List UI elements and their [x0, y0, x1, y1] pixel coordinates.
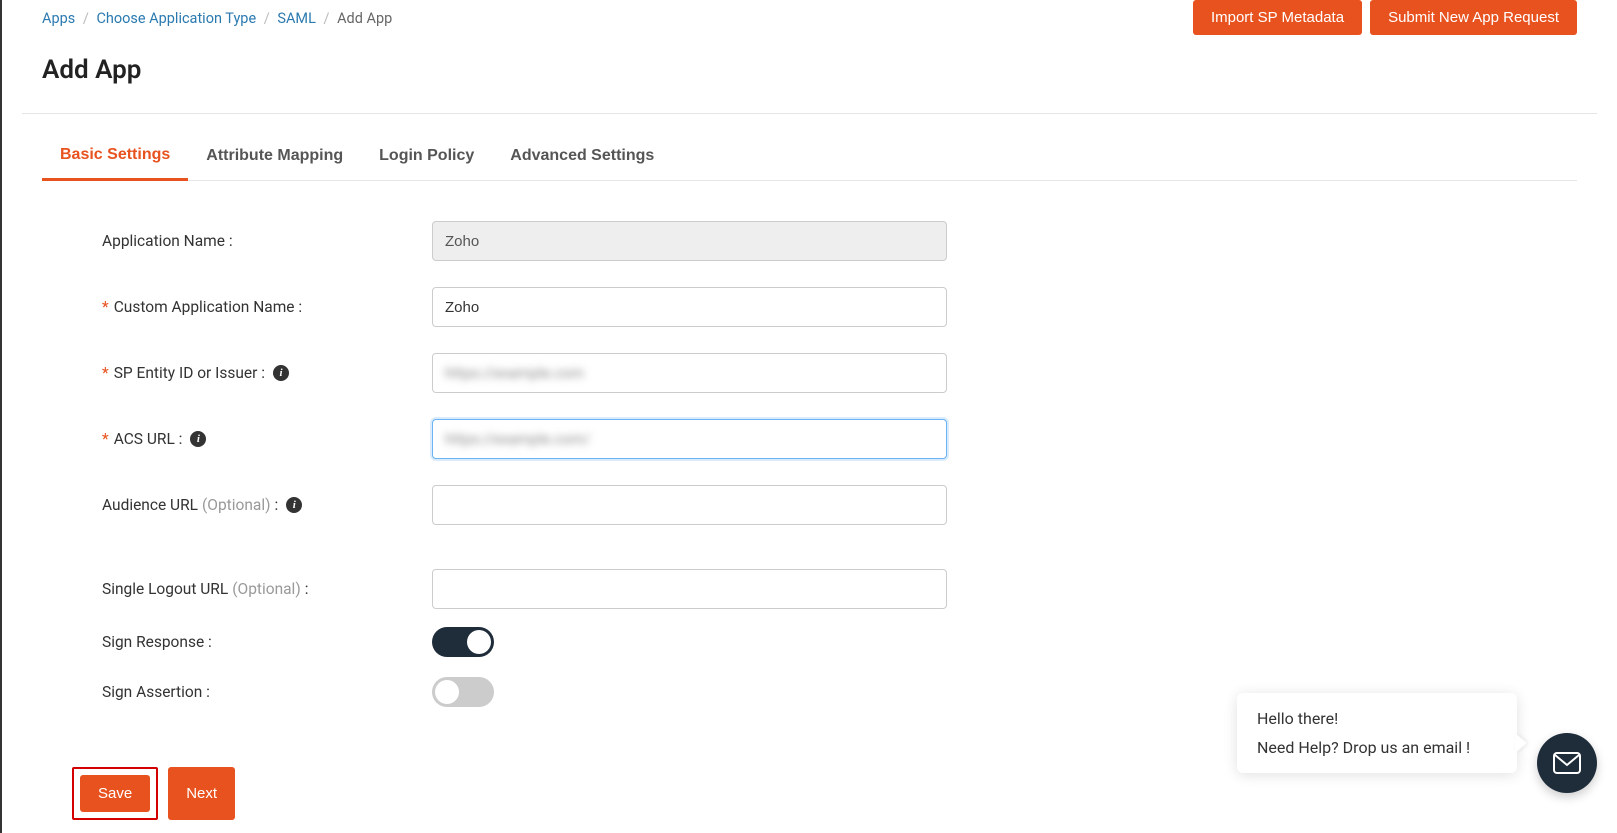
tabs: Basic Settings Attribute Mapping Login P…: [42, 136, 1577, 181]
chat-help-popup: Hello there! Need Help? Drop us an email…: [1237, 693, 1517, 773]
acs-url-label: *ACS URL : i: [102, 430, 432, 448]
breadcrumb: Apps / Choose Application Type / SAML / …: [42, 0, 392, 27]
sign-assertion-toggle[interactable]: [432, 677, 494, 707]
chat-line-1: Hello there!: [1257, 709, 1497, 728]
breadcrumb-saml[interactable]: SAML: [277, 10, 316, 27]
tab-basic-settings[interactable]: Basic Settings: [42, 136, 188, 181]
application-name-input: [432, 221, 947, 261]
breadcrumb-sep: /: [83, 10, 89, 27]
audience-url-label: Audience URL (Optional) : i: [102, 496, 432, 514]
info-icon[interactable]: i: [286, 497, 302, 513]
tab-attribute-mapping[interactable]: Attribute Mapping: [188, 136, 361, 180]
sp-entity-id-label: *SP Entity ID or Issuer : i: [102, 364, 432, 382]
breadcrumb-choose-app-type[interactable]: Choose Application Type: [96, 10, 256, 27]
page-title: Add App: [2, 35, 1617, 113]
sp-entity-id-input[interactable]: https://example.com: [432, 353, 947, 393]
audience-url-input[interactable]: [432, 485, 947, 525]
import-sp-metadata-button[interactable]: Import SP Metadata: [1193, 0, 1362, 35]
save-button[interactable]: Save: [80, 775, 150, 812]
breadcrumb-current: Add App: [337, 10, 392, 27]
tab-login-policy[interactable]: Login Policy: [361, 136, 492, 180]
sign-response-toggle[interactable]: [432, 627, 494, 657]
sign-response-label: Sign Response :: [102, 633, 432, 651]
mail-icon: [1553, 752, 1581, 774]
chat-fab-button[interactable]: [1537, 733, 1597, 793]
application-name-label: Application Name :: [102, 232, 432, 250]
form-area: Application Name : *Custom Application N…: [2, 181, 1617, 737]
custom-application-name-input[interactable]: [432, 287, 947, 327]
divider: [22, 113, 1597, 114]
breadcrumb-sep: /: [264, 10, 270, 27]
single-logout-url-input[interactable]: [432, 569, 947, 609]
next-button[interactable]: Next: [168, 767, 235, 820]
tab-advanced-settings[interactable]: Advanced Settings: [492, 136, 672, 180]
submit-new-app-request-button[interactable]: Submit New App Request: [1370, 0, 1577, 35]
breadcrumb-sep: /: [324, 10, 330, 27]
chat-line-2: Need Help? Drop us an email !: [1257, 738, 1497, 757]
sign-assertion-label: Sign Assertion :: [102, 683, 432, 701]
single-logout-url-label: Single Logout URL (Optional) :: [102, 580, 432, 598]
info-icon[interactable]: i: [190, 431, 206, 447]
custom-application-name-label: *Custom Application Name :: [102, 298, 432, 316]
breadcrumb-apps[interactable]: Apps: [42, 10, 75, 27]
acs-url-input[interactable]: https://example.com/: [432, 419, 947, 459]
save-button-highlight: Save: [72, 767, 158, 820]
info-icon[interactable]: i: [273, 365, 289, 381]
